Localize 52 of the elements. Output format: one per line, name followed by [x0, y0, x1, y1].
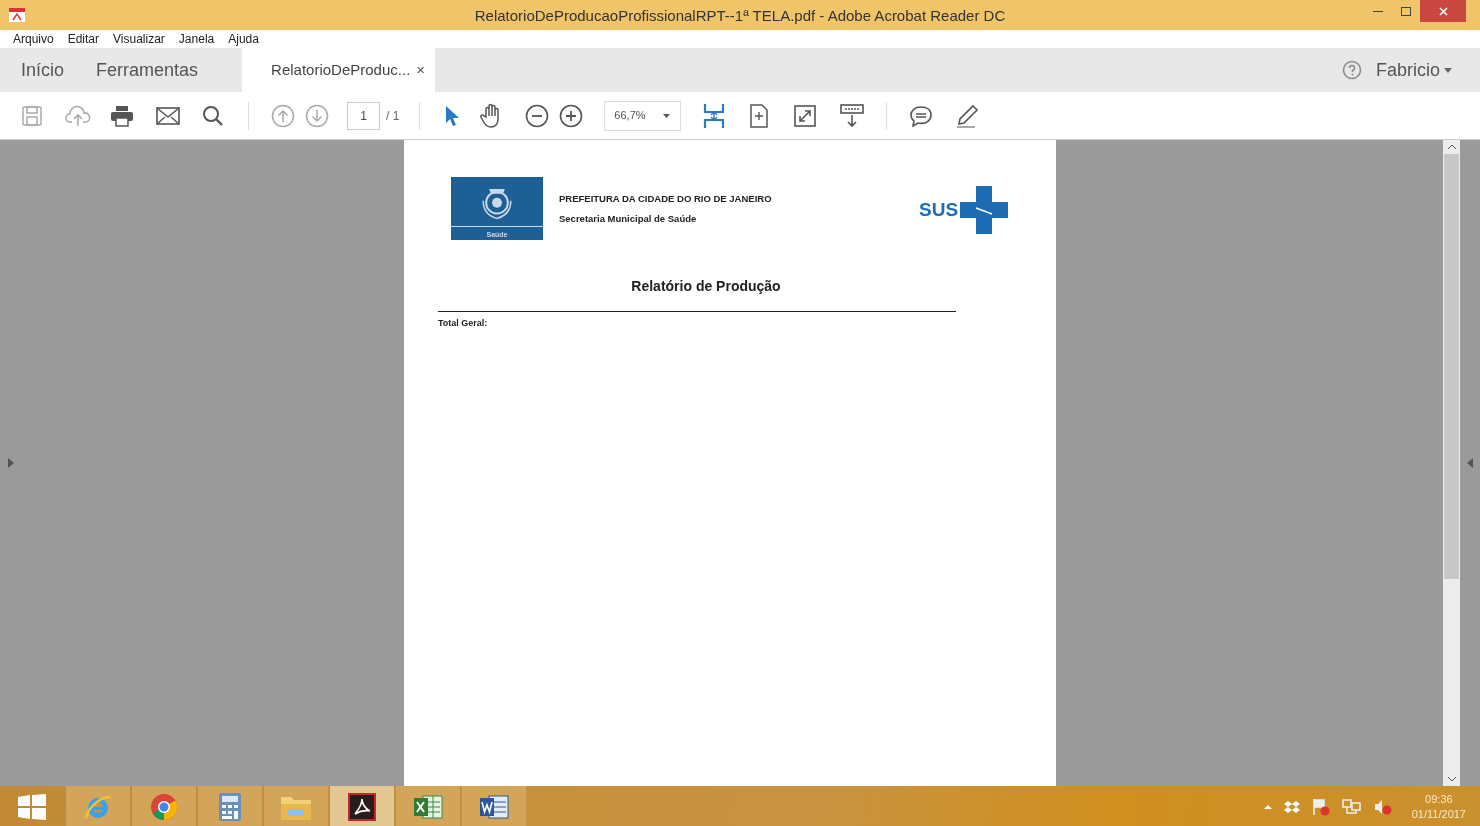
- menu-item[interactable]: Editar: [67, 30, 100, 48]
- window-title: RelatorioDeProducaoProfissionalRPT--1ª TELA.pdf - Adobe Acrobat Reader DC: [473, 6, 1007, 26]
- highlighter-icon[interactable]: [955, 103, 980, 128]
- department-name: Secretaria Municipal de Saúde: [559, 212, 697, 226]
- scroll-mode-icon[interactable]: [840, 103, 865, 128]
- cloud-upload-icon[interactable]: [65, 104, 91, 127]
- page-number-field[interactable]: 1: [347, 101, 380, 130]
- sus-logo-text: SUS: [919, 197, 959, 222]
- caret-icon[interactable]: [1444, 67, 1452, 73]
- nav-tab[interactable]: Início: [5, 48, 81, 92]
- menu-item[interactable]: Ajuda: [228, 30, 259, 48]
- document-tab[interactable]: RelatorioDeProduc... ×: [242, 48, 436, 92]
- scroll-down-icon[interactable]: [1447, 777, 1456, 782]
- caret-icon[interactable]: [663, 113, 671, 118]
- windows-start-icon[interactable]: [18, 793, 46, 820]
- scrollbar[interactable]: [1443, 140, 1460, 786]
- full-screen-icon[interactable]: [794, 104, 817, 127]
- help-icon[interactable]: [1341, 60, 1362, 80]
- user-menu[interactable]: Fabricio: [1375, 56, 1440, 84]
- total-label: Total Geral:: [438, 317, 488, 330]
- print-icon[interactable]: [110, 104, 134, 127]
- menu-item[interactable]: Janela: [178, 30, 215, 48]
- menu-item[interactable]: Visualizar: [113, 30, 165, 48]
- calculator-icon[interactable]: [198, 786, 262, 826]
- right-panel-arrow-icon[interactable]: [1467, 458, 1473, 468]
- zoom-in-icon[interactable]: [559, 103, 584, 128]
- cursor-icon[interactable]: [444, 104, 461, 127]
- previous-page-icon[interactable]: [271, 103, 295, 128]
- comment-icon[interactable]: [909, 104, 934, 127]
- spreadsheet-icon[interactable]: [396, 786, 460, 826]
- report-title: Relatório de Produção: [630, 277, 782, 296]
- cross-icon: [960, 186, 1009, 234]
- next-page-icon[interactable]: [305, 103, 329, 128]
- organization-name: PREFEITURA DA CIDADE DO RIO DE JANEIRO: [559, 192, 772, 206]
- left-panel-arrow-icon[interactable]: [8, 458, 14, 468]
- zoom-out-icon[interactable]: [525, 103, 550, 128]
- caret-up-icon[interactable]: [1263, 804, 1272, 809]
- document-w-icon[interactable]: [462, 786, 526, 826]
- tab-close-button[interactable]: ×: [416, 58, 426, 82]
- scroll-up-icon[interactable]: [1447, 144, 1456, 149]
- search-icon[interactable]: [202, 104, 224, 127]
- rotate-page-icon[interactable]: [749, 103, 770, 128]
- nav-tab[interactable]: Ferramentas: [80, 48, 215, 92]
- close-icon[interactable]: [1420, 0, 1466, 22]
- flag-icon[interactable]: [1311, 797, 1330, 816]
- network-icon[interactable]: [1341, 797, 1362, 816]
- menu-item[interactable]: Arquivo: [13, 30, 54, 48]
- zoom-dropdown[interactable]: 66,7%: [604, 100, 682, 131]
- email-icon[interactable]: [156, 106, 180, 125]
- pdf-app-icon: [9, 8, 25, 22]
- fit-page-icon[interactable]: [703, 101, 726, 130]
- page-count: / 1: [386, 107, 400, 125]
